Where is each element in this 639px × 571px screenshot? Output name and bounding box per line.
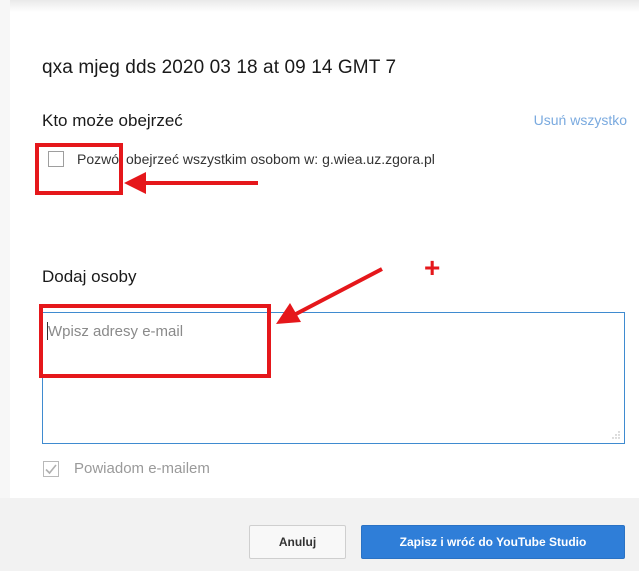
arrow-to-email-icon: [276, 267, 383, 324]
annotation-arrows: [124, 172, 383, 324]
share-dialog: qxa mjeg dds 2020 03 18 at 09 14 GMT 7 K…: [0, 0, 639, 571]
annotation-plus: +: [424, 252, 441, 283]
arrow-to-checkbox-icon: [124, 172, 258, 194]
